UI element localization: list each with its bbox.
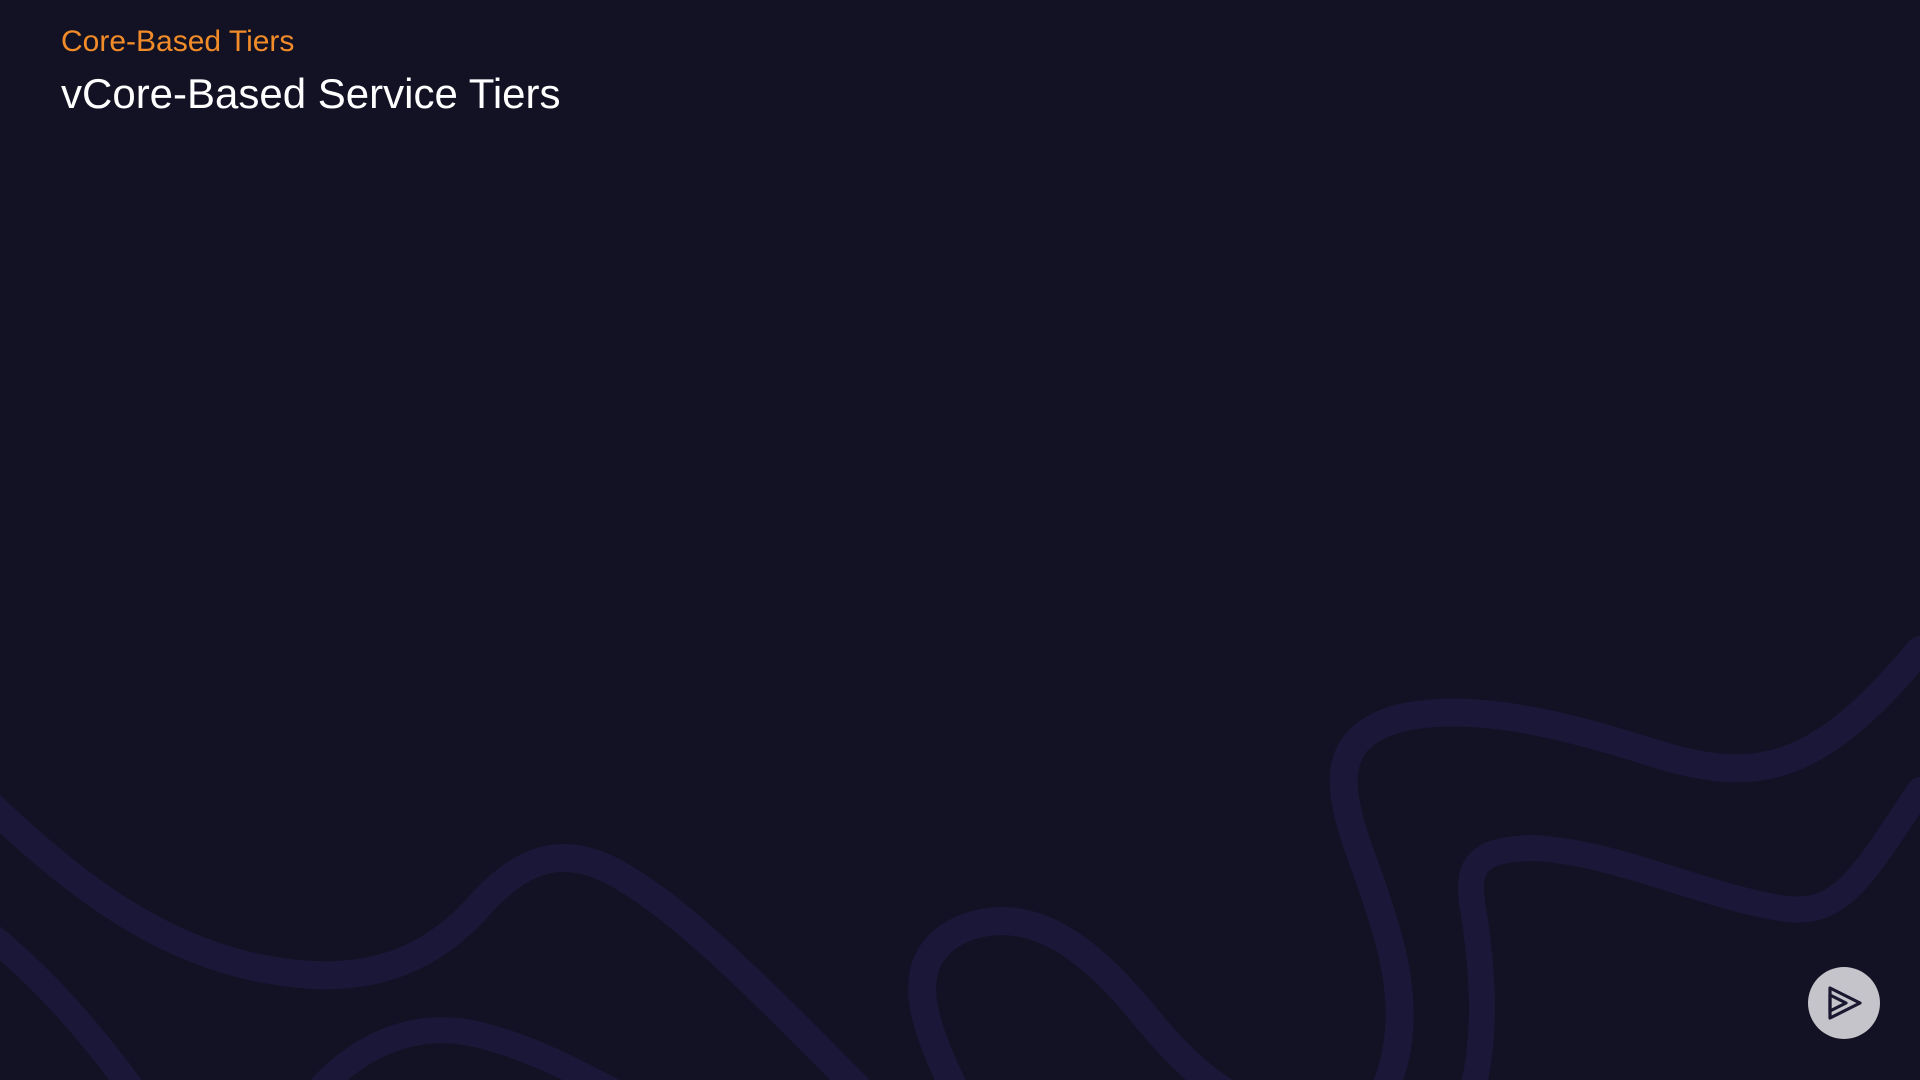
slide: Core-Based Tiers vCore-Based Service Tie… [0, 0, 1920, 1080]
slide-header: Core-Based Tiers vCore-Based Service Tie… [61, 22, 561, 122]
wave-line-4 [908, 907, 1233, 1080]
wave-line-3 [310, 1017, 620, 1080]
play-logo-icon [1828, 986, 1862, 1020]
slide-title: vCore-Based Service Tiers [61, 70, 561, 117]
background-waves [0, 636, 1920, 1080]
play-logo-button[interactable] [1808, 967, 1880, 1039]
wave-line-2 [0, 926, 142, 1080]
section-label: Core-Based Tiers [61, 25, 295, 58]
